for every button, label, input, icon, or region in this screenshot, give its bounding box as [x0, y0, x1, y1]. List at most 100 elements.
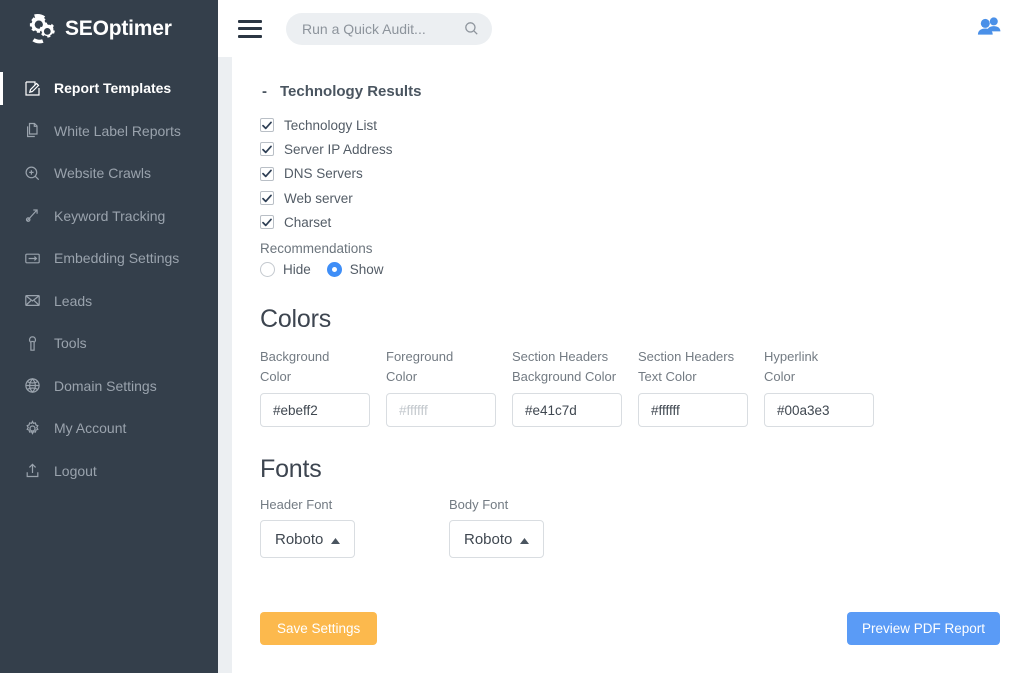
color-field-background-color: Background Color #ebeff2 [260, 347, 386, 427]
sidebar-item-label: Embedding Settings [54, 250, 179, 266]
checkbox-checked-icon[interactable] [260, 167, 274, 181]
radio-option-hide[interactable]: Hide [260, 262, 311, 277]
body-font-select[interactable]: Roboto [449, 520, 544, 558]
quick-audit-search[interactable]: Run a Quick Audit... [286, 13, 492, 45]
colors-section-title: Colors [260, 305, 1000, 334]
checkbox-checked-icon[interactable] [260, 191, 274, 205]
brand-name: SEOptimer [65, 17, 172, 41]
radio-option-show[interactable]: Show [327, 262, 384, 277]
font-field-header-font: Header Font Roboto [260, 497, 449, 558]
sidebar-item-label: My Account [54, 420, 126, 436]
checkbox-checked-icon[interactable] [260, 118, 274, 132]
sidebar-item-label: Domain Settings [54, 378, 157, 394]
header-font-value: Roboto [275, 531, 323, 548]
colors-field-row: Background Color #ebeff2 Foreground Colo… [260, 347, 1000, 427]
sidebar-item-label: Report Templates [54, 80, 171, 96]
label-line-1: Hyperlink [764, 347, 890, 367]
sidebar-item-tools[interactable]: Tools [0, 322, 218, 365]
color-field-label: Section Headers Background Color [512, 347, 638, 387]
preview-pdf-report-button[interactable]: Preview PDF Report [847, 612, 1000, 645]
label-line-1: Foreground [386, 347, 512, 367]
label-line-2: Color [386, 367, 512, 387]
checkbox-label: DNS Servers [284, 166, 363, 181]
sidebar-item-white-label-reports[interactable]: White Label Reports [0, 110, 218, 153]
settings-content: - Technology Results Technology List [232, 57, 1024, 673]
label-line-2: Text Color [638, 367, 764, 387]
search-zoom-in-icon [24, 165, 41, 182]
header-font-select[interactable]: Roboto [260, 520, 355, 558]
checkbox-row-web-server[interactable]: Web server [260, 186, 1000, 210]
sidebar-nav: Report Templates White Label Reports [0, 57, 218, 492]
checkbox-checked-icon[interactable] [260, 142, 274, 156]
label-line-1: Section Headers [638, 347, 764, 367]
technology-checkbox-list: Technology List Server IP Address DNS Se… [260, 113, 1000, 234]
checkbox-label: Server IP Address [284, 142, 393, 157]
collapse-toggle-icon[interactable]: - [260, 84, 269, 99]
body-font-label: Body Font [449, 497, 544, 512]
section-headers-text-color-input[interactable]: #ffffff [638, 393, 748, 427]
logout-upload-icon [24, 462, 41, 479]
brand-logo-area[interactable]: SEOptimer [0, 0, 218, 57]
recommendations-label: Recommendations [260, 241, 1000, 256]
sidebar-item-logout[interactable]: Logout [0, 450, 218, 493]
sidebar-item-report-templates[interactable]: Report Templates [0, 67, 218, 110]
checkbox-label: Charset [284, 215, 331, 230]
label-line-2: Background Color [512, 367, 638, 387]
users-people-icon[interactable] [977, 16, 1002, 41]
save-settings-button[interactable]: Save Settings [260, 612, 377, 645]
hamburger-bar [238, 27, 262, 30]
search-icon[interactable] [464, 21, 479, 36]
sidebar-item-label: Leads [54, 293, 92, 309]
radio-unselected-icon[interactable] [260, 262, 275, 277]
content-gutter [218, 57, 232, 673]
checkbox-row-technology-list[interactable]: Technology List [260, 113, 1000, 137]
label-line-2: Color [260, 367, 386, 387]
foreground-color-input[interactable]: #ffffff [386, 393, 496, 427]
embed-box-icon [24, 250, 41, 267]
hyperlink-color-input[interactable]: #00a3e3 [764, 393, 874, 427]
checkbox-row-dns-servers[interactable]: DNS Servers [260, 162, 1000, 186]
section-headers-background-color-input[interactable]: #e41c7d [512, 393, 622, 427]
checkbox-checked-icon[interactable] [260, 215, 274, 229]
sidebar-item-leads[interactable]: Leads [0, 280, 218, 323]
hamburger-bar [238, 20, 262, 23]
sidebar: SEOptimer Report Templates [0, 0, 218, 673]
color-field-label: Hyperlink Color [764, 347, 890, 387]
edit-document-icon [24, 80, 41, 97]
sidebar-item-keyword-tracking[interactable]: Keyword Tracking [0, 195, 218, 238]
radio-label: Show [350, 262, 384, 277]
sidebar-item-domain-settings[interactable]: Domain Settings [0, 365, 218, 408]
checkbox-label: Web server [284, 191, 353, 206]
caret-up-icon [520, 531, 529, 548]
globe-icon [24, 377, 41, 394]
hamburger-bar [238, 35, 262, 38]
color-field-foreground-color: Foreground Color #ffffff [386, 347, 512, 427]
checkbox-row-charset[interactable]: Charset [260, 210, 1000, 234]
color-field-section-headers-text-color: Section Headers Text Color #ffffff [638, 347, 764, 427]
search-input[interactable]: Run a Quick Audit... [302, 21, 464, 37]
sidebar-item-website-crawls[interactable]: Website Crawls [0, 152, 218, 195]
checkbox-label: Technology List [284, 118, 377, 133]
label-line-2: Color [764, 367, 890, 387]
radio-label: Hide [283, 262, 311, 277]
label-line-1: Section Headers [512, 347, 638, 367]
header-font-label: Header Font [260, 497, 449, 512]
sidebar-item-embedding-settings[interactable]: Embedding Settings [0, 237, 218, 280]
content-wrap: - Technology Results Technology List [218, 57, 1024, 673]
gear-icon [24, 420, 41, 437]
color-field-label: Foreground Color [386, 347, 512, 387]
color-field-section-headers-background-color: Section Headers Background Color #e41c7d [512, 347, 638, 427]
hamburger-menu-icon[interactable] [238, 20, 262, 38]
radio-selected-icon[interactable] [327, 262, 342, 277]
sidebar-item-label: Website Crawls [54, 165, 151, 181]
wrench-icon [24, 335, 41, 352]
color-field-label: Section Headers Text Color [638, 347, 764, 387]
sidebar-item-my-account[interactable]: My Account [0, 407, 218, 450]
background-color-input[interactable]: #ebeff2 [260, 393, 370, 427]
color-field-label: Background Color [260, 347, 386, 387]
fonts-section-title: Fonts [260, 455, 1000, 484]
technology-results-header[interactable]: - Technology Results [260, 83, 1000, 100]
checkbox-row-server-ip-address[interactable]: Server IP Address [260, 137, 1000, 161]
sidebar-item-label: Logout [54, 463, 97, 479]
copy-documents-icon [24, 122, 41, 139]
